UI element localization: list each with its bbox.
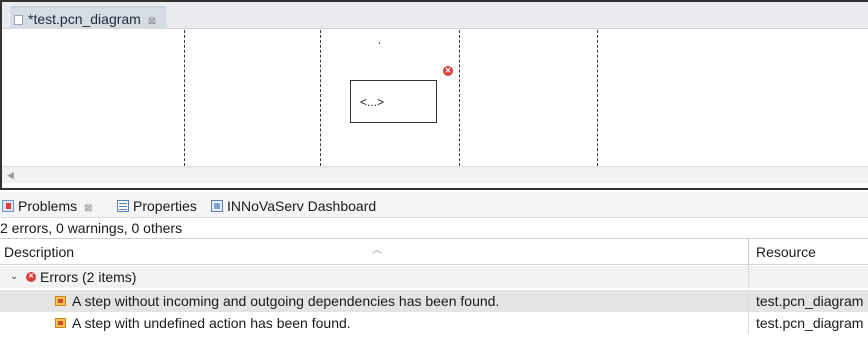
problem-marker-icon [55,318,66,328]
group-label: Errors (2 items) [40,269,137,285]
sort-caret-icon: ︿ [372,245,382,256]
properties-icon [117,200,129,212]
table-row[interactable]: A step without incoming and outgoing dep… [0,290,868,312]
table-header: Description ︿ Resource [0,238,868,266]
column-header-resource[interactable]: Resource [756,239,816,266]
diagram-file-icon [14,15,23,25]
table-row[interactable]: A step with undefined action has been fo… [0,312,868,334]
column-header-description[interactable]: Description [4,239,74,266]
tab-label: *test.pcn_diagram [28,11,141,27]
lane-divider [320,30,321,166]
scroll-left-arrow-icon[interactable]: ◀ [7,170,14,181]
error-marker-icon: ✕ [443,66,453,76]
horizontal-scrollbar[interactable]: ◀ [2,166,868,183]
problems-icon [2,200,14,212]
tab-test-pcn-diagram[interactable]: *test.pcn_diagram ⊠ [10,6,167,29]
error-group-row[interactable]: ⌄ ✕ Errors (2 items) [0,266,868,288]
tab-properties-label: Properties [133,198,197,214]
column-divider [748,290,749,312]
problems-summary: 2 errors, 0 warnings, 0 others [0,220,183,236]
diagram-canvas[interactable]: <...> ✕ [2,30,868,166]
column-divider [748,312,749,334]
error-icon: ✕ [26,272,36,282]
tab-dashboard-label: INNoVaServ Dashboard [227,198,377,214]
problem-marker-icon [55,296,66,306]
chevron-down-icon[interactable]: ⌄ [10,266,18,288]
view-tab-bar: Problems ⊠ Properties INNoVaServ Dashboa… [0,192,868,218]
tab-problems-label: Problems [18,198,78,214]
close-icon[interactable]: ⊠ [148,16,156,27]
tab-properties[interactable]: Properties [117,196,197,216]
tab-problems[interactable]: Problems ⊠ [2,196,92,216]
diagram-step[interactable]: <...> [350,80,437,123]
diagram-editor: *test.pcn_diagram ⊠ <...> ✕ ◀ [0,0,868,190]
editor-tab-bar: *test.pcn_diagram ⊠ [2,2,868,29]
problem-resource: test.pcn_diagram [756,293,864,309]
lane-divider [459,30,460,166]
column-divider[interactable] [748,239,749,266]
dashboard-icon [211,200,223,212]
column-divider [748,266,749,288]
step-label: <...> [360,95,385,109]
problems-table: Description ︿ Resource ⌄ ✕ Errors (2 ite… [0,238,868,340]
lane-marker [379,42,380,44]
problem-description: A step with undefined action has been fo… [72,315,351,331]
lane-divider [184,30,185,166]
problem-resource: test.pcn_diagram [756,315,864,331]
problem-description: A step without incoming and outgoing dep… [72,293,500,309]
lane-divider [597,30,598,166]
close-icon[interactable]: ⊠ [84,203,92,214]
tab-innovaserv-dashboard[interactable]: INNoVaServ Dashboard [211,196,376,216]
